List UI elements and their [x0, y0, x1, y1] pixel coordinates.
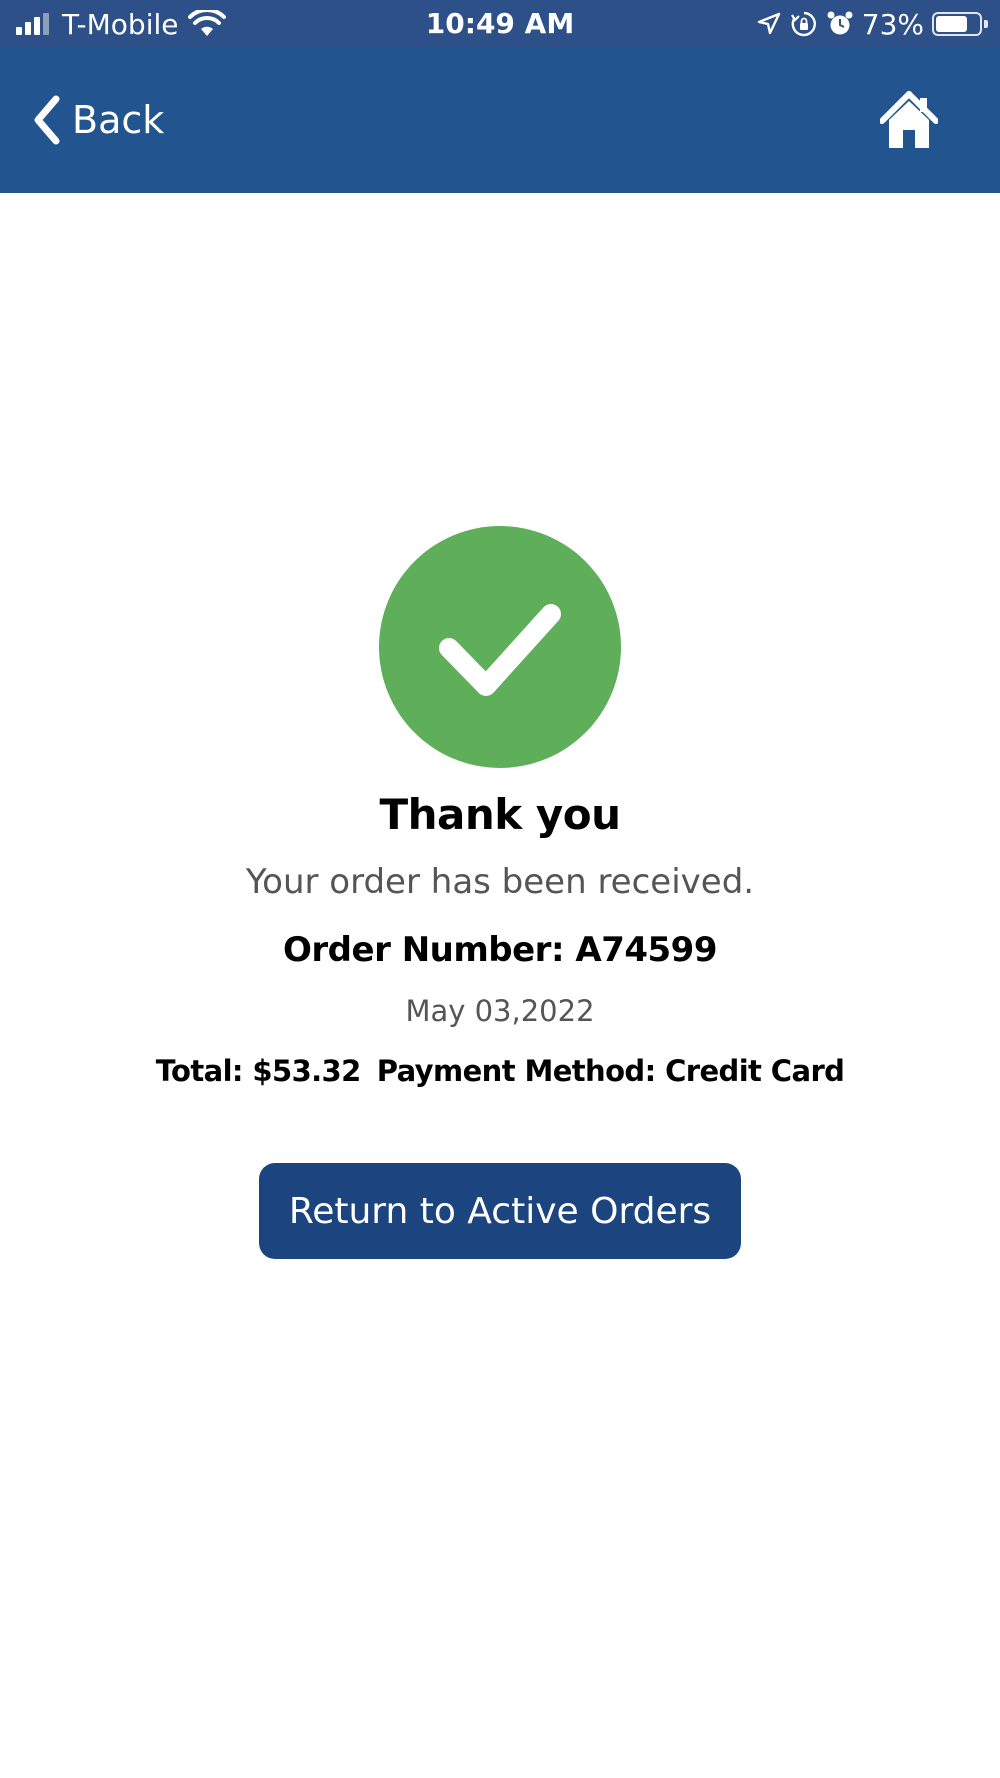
- location-icon: [757, 12, 780, 35]
- chevron-left-icon: [34, 95, 60, 145]
- success-badge: [379, 526, 621, 768]
- order-total: Total: $53.32: [155, 1054, 362, 1088]
- back-button[interactable]: Back: [28, 90, 164, 150]
- alarm-icon: [827, 11, 853, 35]
- order-date: May 03,2022: [405, 994, 595, 1028]
- order-summary: Total: $53.32 Payment Method: Credit Card: [0, 1054, 1000, 1088]
- battery-percent: 73%: [861, 7, 924, 41]
- page-title: Thank you: [379, 790, 621, 839]
- order-confirmation-screen: T-Mobile 10:49 AM 73% Back Thank you You…: [0, 0, 1000, 1778]
- nav-bar: Back: [0, 48, 1000, 193]
- rotation-lock-icon: [790, 11, 816, 37]
- checkmark-icon: [439, 604, 561, 696]
- return-to-active-orders-button[interactable]: Return to Active Orders: [259, 1163, 741, 1259]
- battery-icon: [932, 10, 988, 38]
- status-bar: T-Mobile 10:49 AM 73%: [0, 0, 1000, 48]
- payment-method: Payment Method: Credit Card: [376, 1054, 845, 1088]
- home-icon[interactable]: [880, 90, 938, 152]
- back-label: Back: [72, 98, 165, 142]
- status-right: 73%: [748, 0, 988, 48]
- confirmation-message: Your order has been received.: [245, 862, 755, 902]
- order-number: Order Number: A74599: [283, 930, 717, 970]
